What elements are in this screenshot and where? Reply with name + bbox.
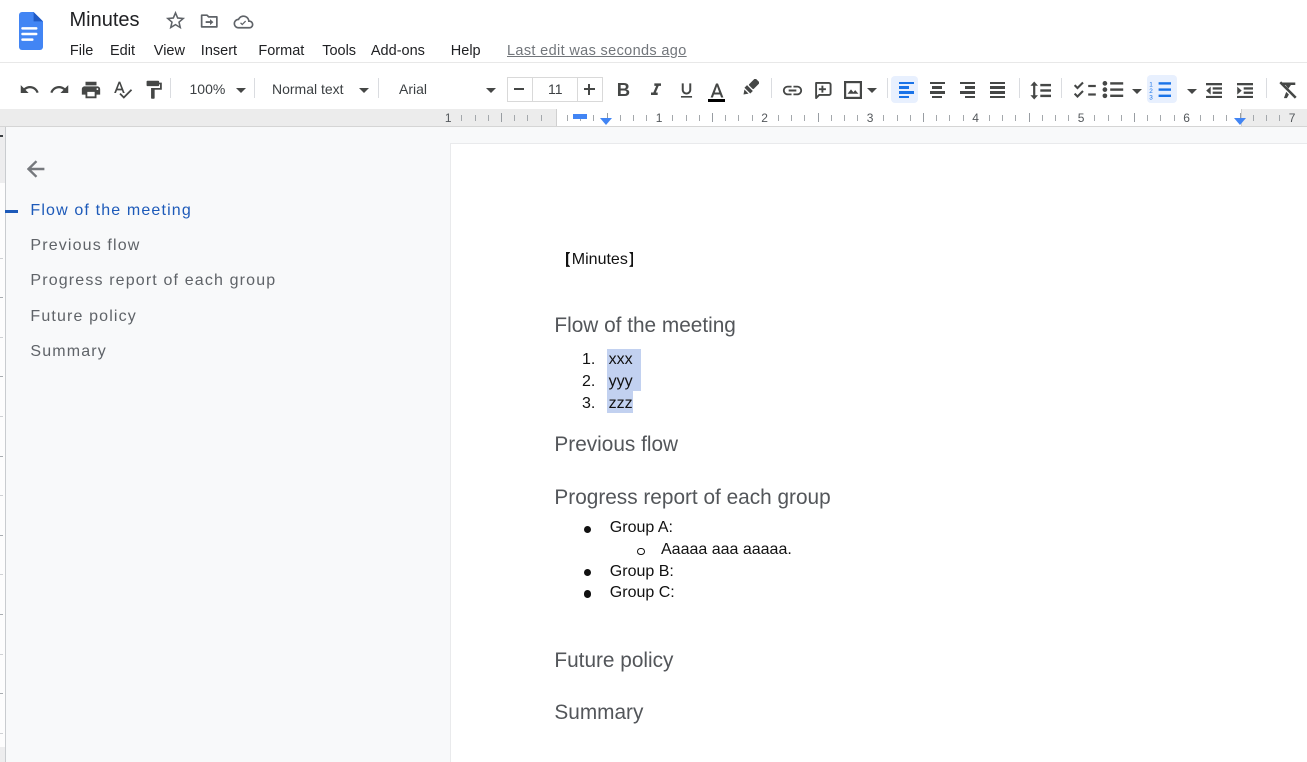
svg-text:3: 3 bbox=[1150, 95, 1154, 100]
